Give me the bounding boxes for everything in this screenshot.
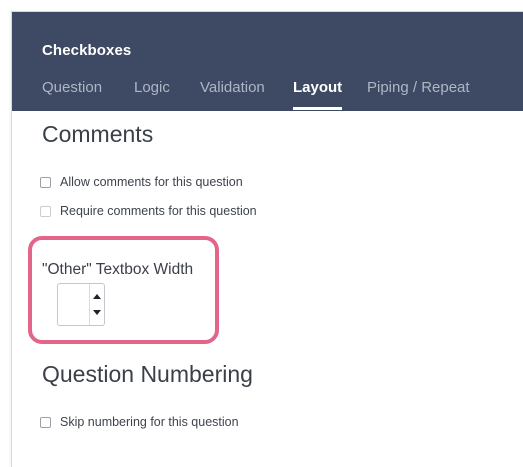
tab-logic[interactable]: Logic	[134, 79, 170, 96]
question-editor-window: Checkboxes Question Logic Validation Lay…	[11, 11, 523, 467]
other-textbox-width-input[interactable]	[58, 284, 90, 325]
require-comments-option[interactable]: Require comments for this question	[40, 204, 257, 218]
decrement-arrow-icon[interactable]	[93, 310, 101, 315]
editor-header: Checkboxes Question Logic Validation Lay…	[12, 12, 523, 111]
allow-comments-checkbox[interactable]	[40, 176, 51, 188]
tab-layout-label: Layout	[293, 79, 343, 96]
other-textbox-width-stepper[interactable]	[57, 283, 105, 326]
other-textbox-width-label: "Other" Textbox Width	[42, 261, 194, 278]
increment-arrow-icon[interactable]	[93, 294, 101, 299]
tab-logic-label: Logic	[134, 79, 170, 96]
skip-numbering-checkbox[interactable]	[40, 416, 51, 428]
tab-question-label: Question	[42, 79, 103, 96]
tab-validation[interactable]: Validation	[200, 79, 265, 96]
tab-validation-label: Validation	[200, 79, 265, 96]
tab-piping-repeat[interactable]: Piping / Repeat	[367, 79, 470, 96]
question-type-title: Checkboxes	[42, 42, 132, 59]
skip-numbering-option[interactable]: Skip numbering for this question	[40, 415, 239, 429]
tab-piping-repeat-label: Piping / Repeat	[367, 79, 470, 96]
require-comments-label: Require comments for this question	[60, 204, 257, 218]
question-numbering-heading: Question Numbering	[42, 361, 253, 387]
stepper-buttons	[89, 284, 104, 325]
active-tab-indicator	[293, 107, 343, 110]
comments-heading: Comments	[42, 121, 154, 147]
tab-layout[interactable]: Layout	[293, 79, 343, 110]
allow-comments-option[interactable]: Allow comments for this question	[40, 175, 243, 189]
skip-numbering-label: Skip numbering for this question	[60, 415, 239, 429]
allow-comments-label: Allow comments for this question	[60, 175, 243, 189]
tab-question[interactable]: Question	[42, 79, 102, 96]
require-comments-checkbox[interactable]	[40, 205, 51, 217]
